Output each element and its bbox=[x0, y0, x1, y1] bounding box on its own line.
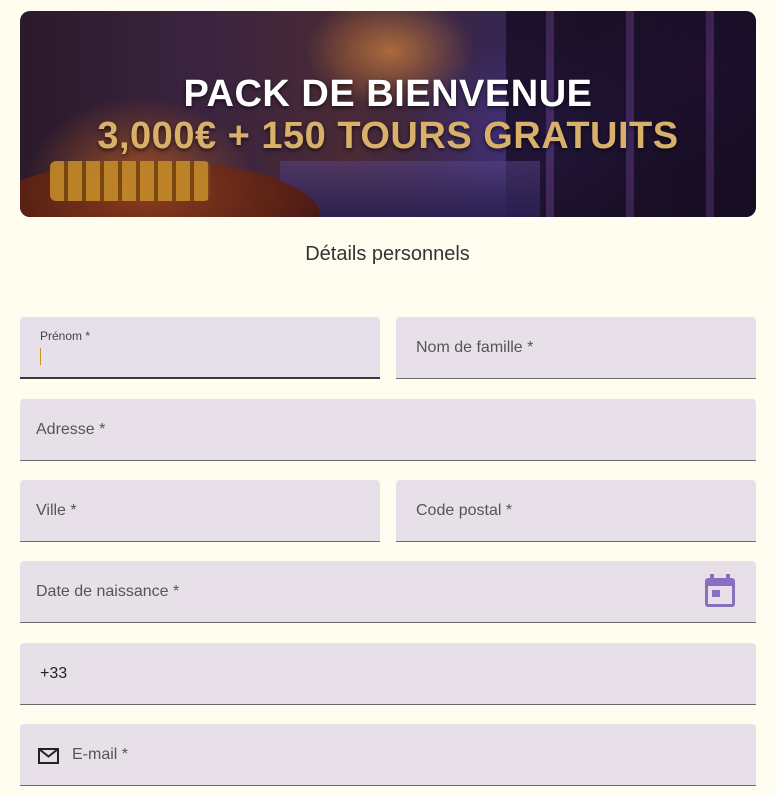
email-field[interactable]: E-mail * bbox=[20, 724, 756, 786]
registration-page: PACK DE BIENVENUE 3,000€ + 150 TOURS GRA… bbox=[0, 0, 775, 795]
calendar-icon[interactable] bbox=[704, 574, 736, 608]
birth-date-label: Date de naissance * bbox=[36, 583, 180, 600]
last-name-label: Nom de famille * bbox=[416, 339, 534, 356]
banner-subtitle: 3,000€ + 150 TOURS GRATUITS bbox=[97, 115, 679, 157]
phone-prefix: +33 bbox=[40, 665, 68, 682]
last-name-field[interactable]: Nom de famille * bbox=[396, 317, 756, 379]
postal-code-label: Code postal * bbox=[416, 502, 513, 519]
address-label: Adresse * bbox=[36, 421, 106, 438]
birth-date-field[interactable]: Date de naissance * bbox=[20, 561, 756, 623]
email-label: E-mail * bbox=[72, 746, 129, 763]
casino-floor-image bbox=[280, 161, 540, 217]
chips-image bbox=[50, 161, 210, 201]
first-name-field[interactable]: Prénom * bbox=[20, 317, 380, 379]
city-field[interactable]: Ville * bbox=[20, 480, 380, 542]
postal-code-field[interactable]: Code postal * bbox=[396, 480, 756, 542]
city-label: Ville * bbox=[36, 502, 77, 519]
banner-title: PACK DE BIENVENUE bbox=[183, 73, 593, 115]
phone-field[interactable]: +33 bbox=[20, 643, 756, 705]
text-caret bbox=[40, 348, 41, 365]
address-field[interactable]: Adresse * bbox=[20, 399, 756, 461]
first-name-label: Prénom * bbox=[40, 329, 91, 343]
welcome-banner: PACK DE BIENVENUE 3,000€ + 150 TOURS GRA… bbox=[20, 11, 756, 217]
section-title: Détails personnels bbox=[305, 243, 470, 265]
mail-icon bbox=[38, 748, 59, 764]
